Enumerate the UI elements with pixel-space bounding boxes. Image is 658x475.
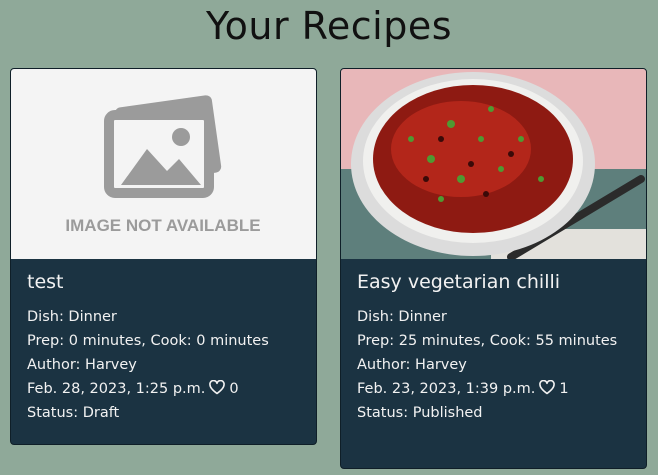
recipe-card[interactable]: IMAGE NOT AVAILABLE test Dish: Dinner Pr…: [10, 68, 317, 445]
heart-icon[interactable]: [209, 379, 226, 395]
recipe-date-likes: Feb. 23, 2023, 1:39 p.m. 1: [357, 377, 630, 401]
recipe-status: Status: Draft: [27, 404, 120, 421]
likes-count: 1: [559, 380, 569, 397]
page-title: Your Recipes: [205, 4, 453, 48]
recipe-status: Status: Published: [357, 404, 483, 421]
image-placeholder-text: IMAGE NOT AVAILABLE: [65, 216, 260, 235]
recipe-dish: Dish: Dinner: [27, 308, 117, 325]
recipe-dish: Dish: Dinner: [357, 308, 447, 325]
recipe-author: Author: Harvey: [27, 356, 137, 373]
recipe-title[interactable]: test: [27, 271, 300, 295]
recipe-date-likes: Feb. 28, 2023, 1:25 p.m. 0: [27, 377, 300, 401]
recipe-card[interactable]: Easy vegetarian chilli Dish: Dinner Prep…: [340, 68, 647, 469]
recipe-author: Author: Harvey: [357, 356, 467, 373]
recipe-date: Feb. 28, 2023, 1:25 p.m.: [27, 380, 206, 397]
recipe-title[interactable]: Easy vegetarian chilli: [357, 271, 630, 295]
recipe-date: Feb. 23, 2023, 1:39 p.m.: [357, 380, 536, 397]
recipe-times: Prep: 0 minutes, Cook: 0 minutes: [27, 332, 269, 349]
recipe-times: Prep: 25 minutes, Cook: 55 minutes: [357, 332, 618, 349]
recipe-photo[interactable]: [341, 69, 646, 259]
image-icon: [104, 95, 222, 198]
heart-icon[interactable]: [539, 379, 556, 395]
likes-count: 0: [229, 380, 239, 397]
image-not-available-placeholder[interactable]: IMAGE NOT AVAILABLE: [11, 69, 316, 259]
